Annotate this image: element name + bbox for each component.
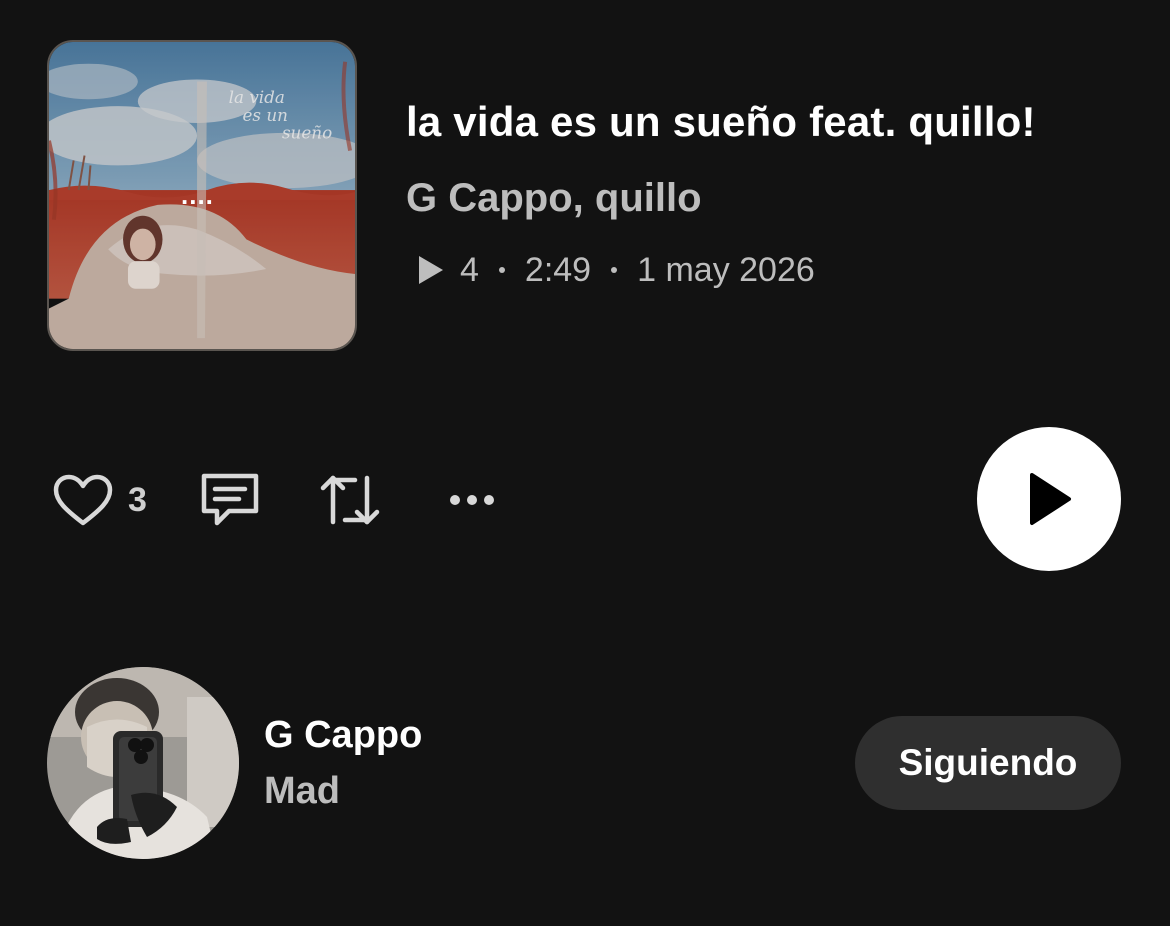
track-meta: 4 2:49 1 may 2026 bbox=[416, 248, 815, 292]
track-date: 1 may 2026 bbox=[637, 250, 815, 289]
like-count: 3 bbox=[128, 480, 147, 519]
track-page: la vida es un sueño .... la vida es un s… bbox=[0, 0, 1170, 926]
avatar-image bbox=[47, 667, 239, 859]
comment-button[interactable] bbox=[197, 470, 263, 530]
repost-icon bbox=[320, 475, 380, 525]
cover-art-dots: .... bbox=[181, 180, 214, 210]
artist-name[interactable]: G Cappo bbox=[264, 714, 422, 757]
like-button[interactable] bbox=[50, 470, 116, 530]
cover-art[interactable]: la vida es un sueño .... bbox=[47, 40, 357, 351]
artist-location: Mad bbox=[264, 770, 340, 812]
meta-separator bbox=[611, 267, 618, 273]
artist-avatar[interactable] bbox=[47, 667, 239, 859]
track-artists[interactable]: G Cappo, quillo bbox=[406, 176, 702, 221]
play-count-icon bbox=[419, 256, 443, 284]
play-count: 4 bbox=[460, 250, 479, 289]
play-button[interactable] bbox=[977, 427, 1121, 571]
following-button[interactable]: Siguiendo bbox=[855, 716, 1121, 810]
play-icon bbox=[1030, 473, 1071, 525]
track-title: la vida es un sueño feat. quillo! bbox=[406, 98, 1036, 145]
comment-icon bbox=[201, 473, 259, 526]
action-bar: 3 bbox=[50, 470, 497, 530]
repost-button[interactable] bbox=[315, 470, 385, 530]
heart-outline-icon bbox=[53, 474, 113, 526]
more-horizontal-icon bbox=[449, 495, 494, 505]
svg-text:sueño: sueño bbox=[282, 123, 332, 143]
track-duration: 2:49 bbox=[524, 250, 592, 289]
more-button[interactable] bbox=[447, 470, 497, 530]
meta-separator bbox=[498, 267, 505, 273]
